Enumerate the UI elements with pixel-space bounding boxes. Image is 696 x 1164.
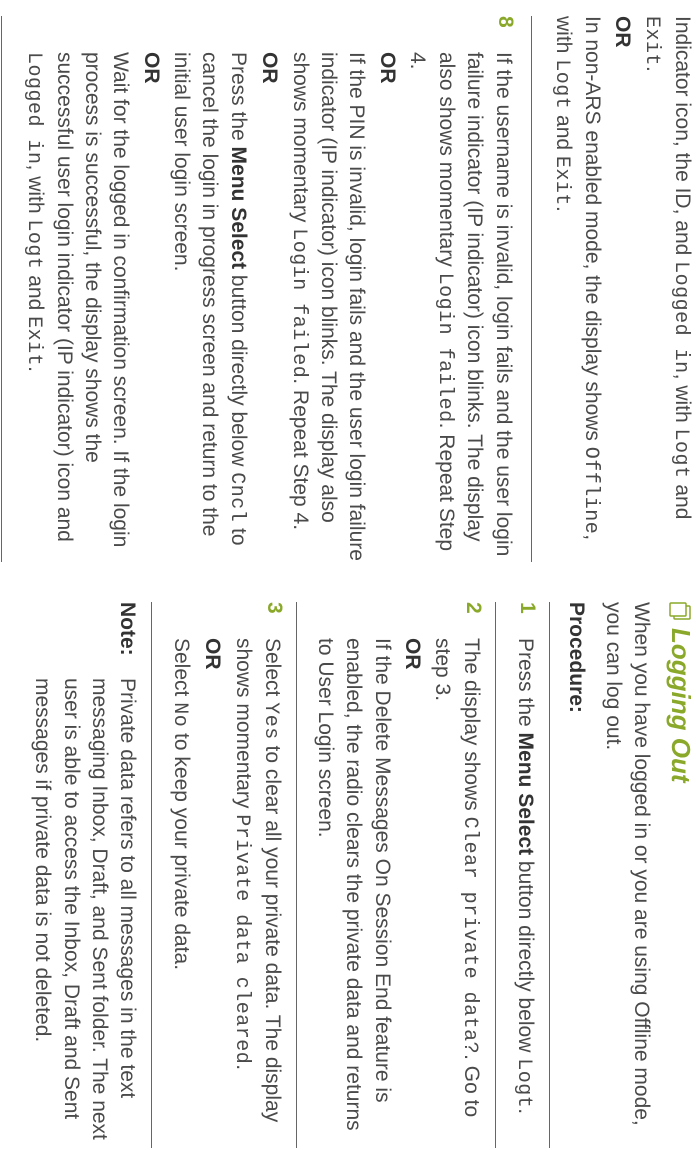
text: In non-ARS enabled mode, the display sho… [581, 16, 604, 447]
text: and [24, 269, 47, 316]
mono-text: No [168, 702, 191, 727]
step-3: 3 Select Yes to clear all your private d… [166, 602, 285, 1148]
page-number: 80 [0, 0, 6, 4]
text: Press the [514, 638, 537, 733]
text: . Repeat Step 4. [289, 378, 312, 530]
mono-text: Clear private data? [458, 817, 481, 1055]
right-column: Logging Out When you have logged in or y… [0, 602, 696, 1148]
text: button directly below [227, 269, 250, 472]
step-number: 2 [311, 602, 486, 624]
note: Note: Private data refers to all message… [28, 602, 141, 1148]
mono-text: Private data cleared [230, 814, 253, 1064]
step-body: Select Yes to clear all your private dat… [166, 638, 285, 1148]
note-label: Note: [28, 602, 141, 662]
section-heading: Logging Out [665, 602, 696, 1148]
text: . [552, 206, 575, 212]
mono-text: Yes [259, 702, 282, 740]
step-8: 8 If the username is invalid, login fail… [20, 16, 516, 562]
mono-text: Logged in [22, 52, 45, 165]
step-number: 1 [510, 602, 539, 624]
divider [151, 602, 152, 1148]
step-body: The display shows Clear private data?. G… [311, 638, 486, 1148]
text: . [514, 1108, 537, 1114]
text: and [671, 479, 694, 520]
mono-text: Cncl [225, 472, 248, 522]
step-number: 8 [20, 16, 516, 38]
mono-text: Logt [22, 219, 45, 269]
or-separator: OR [372, 52, 400, 562]
divider [296, 602, 297, 1148]
text: The display shows [460, 638, 483, 817]
continued-fragment: Indicator icon, the ID, and Logged in, w… [548, 16, 696, 562]
text: , with [24, 165, 47, 220]
mono-text: Login failed [287, 228, 310, 378]
or-separator: OR [398, 638, 426, 1148]
step-2: 2 The display shows Clear private data?.… [311, 602, 486, 1148]
divider [531, 16, 532, 562]
step-number: 3 [166, 602, 285, 624]
note-body: Private data refers to all messages in t… [28, 678, 141, 1148]
or-separator: OR [197, 638, 225, 1148]
bold-text: Menu Select [227, 147, 250, 270]
or-separator: OR [136, 52, 164, 562]
step-body: Press the Menu Select button directly be… [510, 638, 539, 1148]
section-tab-label: Advanced Features [45, 0, 266, 4]
text: . [642, 66, 665, 72]
text: Press the [227, 52, 250, 147]
or-separator: OR [608, 16, 636, 562]
text: . [24, 366, 47, 372]
mono-text: Exit [640, 16, 663, 66]
bold-text: Menu Select [514, 733, 537, 856]
text: If the Delete Messages On Session End fe… [314, 638, 394, 1131]
mono-text: Offline [579, 447, 602, 535]
mono-text: Logged in [669, 261, 692, 374]
procedure-label: Procedure: [564, 602, 588, 1148]
mono-text: Logt [669, 429, 692, 479]
heading-text: Logging Out [665, 628, 696, 783]
text: button directly below [514, 855, 537, 1058]
divider [549, 602, 550, 1148]
text: Indicator icon, the ID, and [671, 16, 694, 261]
text: and [552, 109, 575, 156]
left-column: Indicator icon, the ID, and Logged in, w… [0, 16, 696, 570]
text: . [232, 1064, 255, 1070]
divider [1, 16, 2, 562]
divider [495, 602, 496, 1148]
text: , with [671, 374, 694, 429]
text: to keep your private data. [170, 727, 193, 970]
mono-text: Logt [550, 59, 573, 109]
text: Wait for the logged in confirmation scre… [53, 52, 133, 547]
step-1: 1 Press the Menu Select button directly … [510, 602, 539, 1148]
mono-text: Logt [512, 1058, 535, 1108]
intro-text: When you have logged in or you are using… [598, 602, 655, 1148]
text: Select [261, 638, 284, 702]
mono-text: Exit [22, 316, 45, 366]
mono-text: Exit [550, 156, 573, 206]
document-stack-icon [670, 602, 692, 622]
mono-text: Login failed [433, 273, 456, 423]
or-separator: OR [254, 52, 282, 562]
text: Select [170, 638, 193, 702]
step-body: If the username is invalid, login fails … [20, 52, 516, 562]
